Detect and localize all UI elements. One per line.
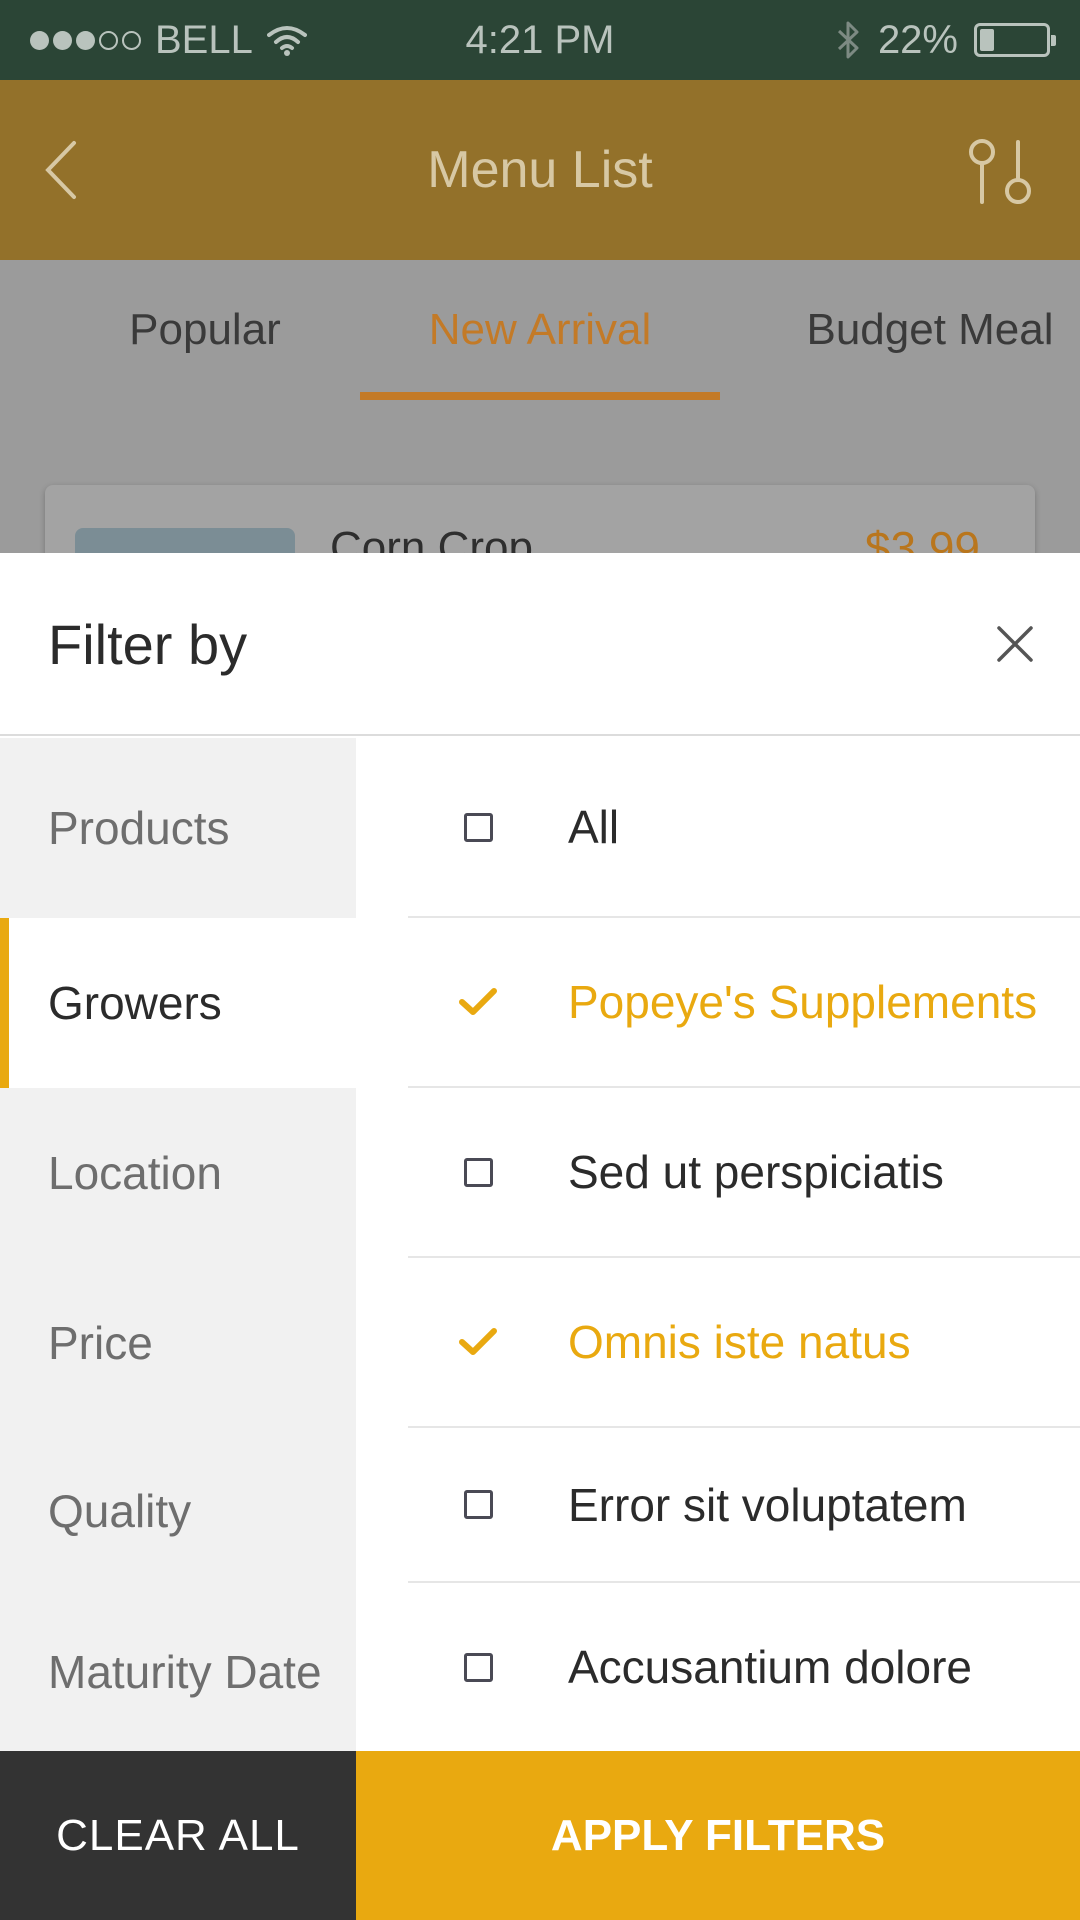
option-label: All: [568, 801, 620, 853]
item-image: [75, 528, 295, 553]
checkbox[interactable]: [448, 1637, 508, 1697]
filter-option[interactable]: Accusantium dolore: [408, 1583, 1080, 1751]
filter-option[interactable]: Sed ut perspiciatis: [408, 1088, 1080, 1258]
checkmark-icon[interactable]: [448, 972, 508, 1032]
bluetooth-icon: [837, 21, 859, 59]
filter-category-maturity-date[interactable]: Maturity Date: [0, 1593, 356, 1751]
filter-option[interactable]: Omnis iste natus: [408, 1258, 1080, 1428]
option-label: Error sit voluptatem: [568, 1478, 967, 1531]
filter-category-location[interactable]: Location: [0, 1088, 356, 1258]
option-label: Accusantium dolore: [568, 1641, 972, 1693]
tab-popular[interactable]: Popular: [60, 260, 350, 400]
filter-category-list: Products Growers Location Price Quality …: [0, 738, 356, 1751]
filter-sheet-header: Filter by: [0, 553, 1080, 736]
filter-option[interactable]: Popeye's Supplements: [408, 918, 1080, 1088]
status-bar: BELL 4:21 PM 22%: [0, 0, 1080, 80]
sliders-icon[interactable]: [960, 138, 1040, 208]
menu-list: Corn Crop $3.99: [0, 400, 1080, 553]
active-tab-indicator: [360, 392, 720, 400]
battery-icon: [974, 23, 1056, 57]
option-label: Sed ut perspiciatis: [568, 1146, 944, 1198]
filter-category-quality[interactable]: Quality: [0, 1428, 356, 1593]
filter-category-products[interactable]: Products: [0, 738, 356, 918]
tab-budget-meal[interactable]: Budget Meal: [780, 260, 1080, 400]
checkmark-icon[interactable]: [448, 1312, 508, 1372]
filter-title: Filter by: [48, 613, 248, 676]
checkbox[interactable]: [448, 1142, 508, 1202]
option-label: Omnis iste natus: [568, 1316, 911, 1368]
filter-actions: CLEAR ALL APPLY FILTERS: [0, 1751, 1080, 1920]
page-title: Menu List: [427, 141, 653, 199]
item-name: Corn Crop: [330, 523, 533, 553]
option-label: Popeye's Supplements: [568, 976, 1038, 1028]
checkbox[interactable]: [448, 1475, 508, 1535]
filter-category-growers[interactable]: Growers: [0, 918, 356, 1088]
tab-bar: Popular New Arrival Budget Meal: [0, 260, 1080, 400]
menu-item-card[interactable]: Corn Crop $3.99: [45, 485, 1035, 553]
tab-new-arrival[interactable]: New Arrival: [360, 260, 720, 400]
filter-option[interactable]: All: [408, 738, 1080, 918]
close-icon[interactable]: [990, 619, 1040, 669]
clock: 4:21 PM: [465, 17, 615, 62]
app-header: Menu List: [0, 80, 1080, 260]
apply-filters-button[interactable]: APPLY FILTERS: [356, 1751, 1080, 1920]
clear-all-button[interactable]: CLEAR ALL: [0, 1751, 356, 1920]
filter-sheet: Filter by Products Growers Location Pric…: [0, 553, 1080, 1920]
filter-category-price[interactable]: Price: [0, 1258, 356, 1428]
battery-percent: 22%: [877, 17, 958, 62]
item-price: $3.99: [864, 522, 980, 553]
filter-option[interactable]: Error sit voluptatem: [408, 1428, 1080, 1583]
checkbox[interactable]: [448, 797, 508, 857]
